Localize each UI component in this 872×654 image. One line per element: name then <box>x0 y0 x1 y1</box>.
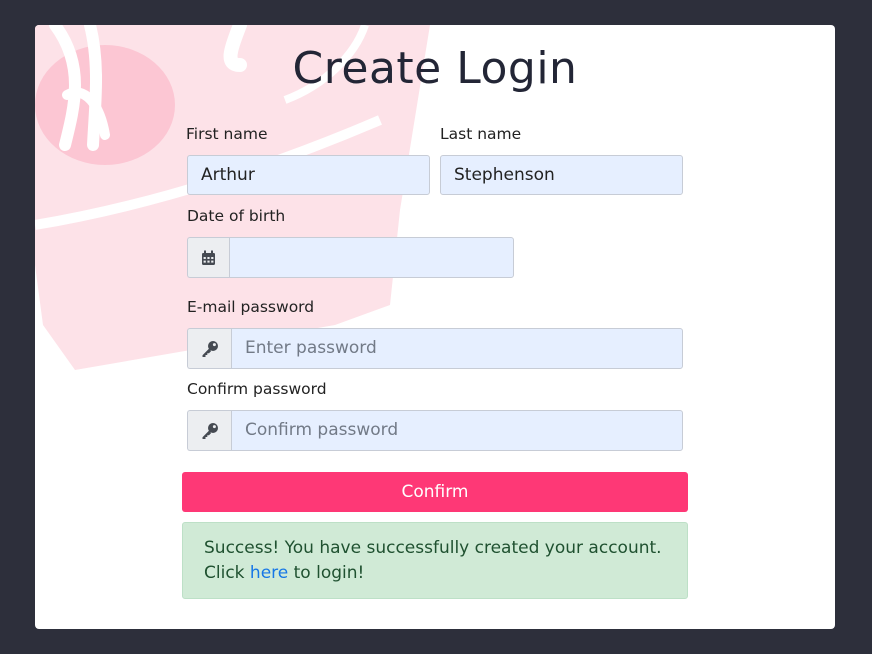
alert-text-after: to login! <box>288 563 365 583</box>
confirm-button[interactable]: Confirm <box>182 472 688 512</box>
page-title: Create Login <box>292 43 578 94</box>
dob-input[interactable] <box>229 237 514 278</box>
dob-label: Date of birth <box>187 207 286 225</box>
last-name-input[interactable]: Stephenson <box>440 155 683 195</box>
key-icon <box>187 410 231 451</box>
success-alert: Success! You have successfully created y… <box>182 522 688 599</box>
key-icon <box>187 328 231 369</box>
confirm-password-group: Confirm password <box>187 410 683 451</box>
email-password-label: E-mail password <box>187 298 315 316</box>
login-link[interactable]: here <box>250 563 288 583</box>
confirm-password-input[interactable]: Confirm password <box>231 410 683 451</box>
email-password-input[interactable]: Enter password <box>231 328 683 369</box>
confirm-password-label: Confirm password <box>187 380 327 398</box>
first-name-label: First name <box>186 125 268 143</box>
login-card: Create Login First name Arthur Last name… <box>35 25 835 629</box>
calendar-icon <box>187 237 229 278</box>
last-name-label: Last name <box>440 125 522 143</box>
first-name-input[interactable]: Arthur <box>187 155 430 195</box>
email-password-group: Enter password <box>187 328 683 369</box>
dob-input-group <box>187 237 514 278</box>
